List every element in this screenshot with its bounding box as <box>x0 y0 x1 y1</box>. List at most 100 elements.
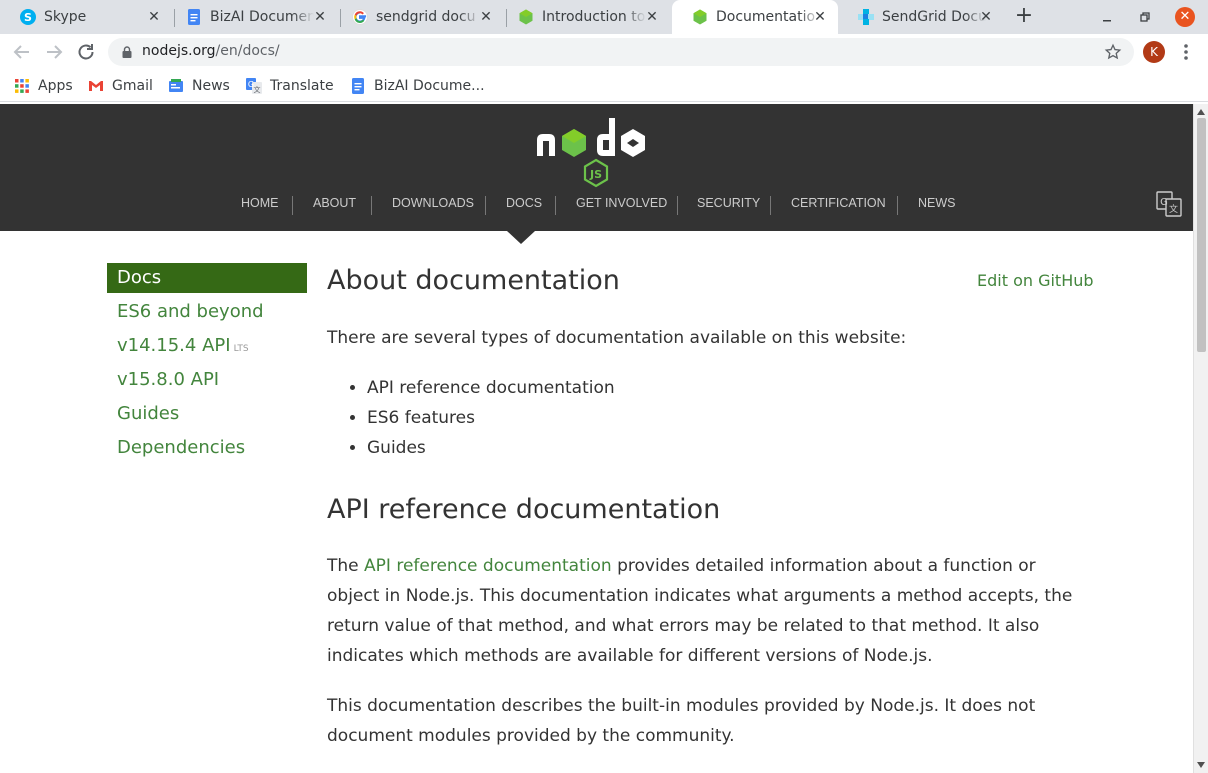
scrollbar-thumb[interactable] <box>1197 118 1206 352</box>
tab-title: Documentatio <box>716 9 816 25</box>
translate-icon: G文 <box>246 78 262 94</box>
gmail-icon <box>89 81 103 91</box>
api-reference-paragraph: The API reference documentation provides… <box>327 551 1087 671</box>
bookmark-label: Apps <box>38 78 73 94</box>
site-header: JS HOME ABOUT DOWNLOADS DOCS GET INVOLVE… <box>0 104 1193 231</box>
sidebar-item-dependencies[interactable]: Dependencies <box>107 433 307 467</box>
url-host: nodejs.org <box>142 43 216 59</box>
bookmark-star-icon[interactable] <box>1104 43 1122 61</box>
tab-title: SendGrid Docu <box>882 9 986 25</box>
nav-separator <box>897 196 898 215</box>
paragraph-text: The <box>327 556 365 576</box>
profile-avatar[interactable]: K <box>1143 41 1165 63</box>
nav-get-involved[interactable]: GET INVOLVED <box>576 196 667 210</box>
nav-separator <box>770 196 771 215</box>
bookmark-apps[interactable]: Apps <box>14 76 73 96</box>
window-close-button[interactable]: ✕ <box>1175 7 1195 27</box>
main-content: About documentation Edit on GitHub There… <box>327 261 1094 751</box>
api-reference-link[interactable]: API reference documentation <box>364 556 612 576</box>
news-icon <box>169 79 183 92</box>
tab-title: BizAI Documen <box>210 9 314 25</box>
docs-icon <box>352 78 364 94</box>
tab-title: Introduction to <box>542 9 646 25</box>
tab-skype[interactable]: S Skype ✕ <box>0 0 172 34</box>
reload-icon[interactable] <box>74 40 98 64</box>
list-item: Guides <box>367 433 1087 463</box>
tab-sendgrid-search[interactable]: sendgrid docu ✕ <box>332 0 504 34</box>
close-icon[interactable]: ✕ <box>812 9 828 25</box>
sidebar-item-v15-api[interactable]: v15.8.0 API <box>107 365 307 399</box>
back-icon[interactable] <box>10 40 34 64</box>
edit-on-github-link[interactable]: Edit on GitHub <box>977 271 1094 290</box>
scroll-up-icon[interactable] <box>1196 107 1206 117</box>
sidebar-item-es6[interactable]: ES6 and beyond <box>107 297 307 331</box>
sendgrid-icon <box>858 9 874 25</box>
tab-sendgrid-docs[interactable]: SendGrid Docu ✕ <box>838 0 1004 34</box>
list-item: ES6 features <box>367 403 1087 433</box>
address-bar[interactable]: nodejs.org/en/docs/ <box>108 38 1134 66</box>
forward-icon[interactable] <box>42 40 66 64</box>
sidebar-item-label: v14.15.4 API <box>117 335 231 356</box>
nav-separator <box>292 196 293 215</box>
new-tab-button[interactable]: + <box>1012 5 1036 29</box>
nav-news[interactable]: NEWS <box>918 196 956 210</box>
tab-documentation[interactable]: Documentatio ✕ <box>672 0 838 34</box>
svg-text:G: G <box>1160 197 1168 208</box>
nav-certification[interactable]: CERTIFICATION <box>791 196 886 210</box>
nav-security[interactable]: SECURITY <box>697 196 760 210</box>
restore-icon[interactable] <box>1136 8 1154 26</box>
close-icon[interactable]: ✕ <box>312 9 328 25</box>
page-scrollbar[interactable] <box>1193 104 1208 773</box>
page-title: About documentation <box>327 265 620 296</box>
nodejs-icon <box>693 9 707 25</box>
browser-toolbar: nodejs.org/en/docs/ K <box>0 34 1208 70</box>
nodejs-logo[interactable]: JS <box>533 112 661 192</box>
active-nav-caret <box>507 231 535 244</box>
tab-strip: S Skype ✕ BizAI Documen ✕ sendgrid docu … <box>0 0 1208 34</box>
nav-separator <box>485 196 486 215</box>
close-icon[interactable]: ✕ <box>146 9 162 25</box>
main-navigation: HOME ABOUT DOWNLOADS DOCS GET INVOLVED S… <box>0 196 1193 216</box>
google-icon <box>352 9 368 25</box>
scroll-down-icon[interactable] <box>1196 760 1206 770</box>
tab-title: sendgrid docu <box>376 9 476 25</box>
bookmark-gmail[interactable]: Gmail <box>88 76 153 96</box>
bookmark-label: BizAI Docume... <box>374 78 485 94</box>
bookmark-bizai[interactable]: BizAI Docume... <box>350 76 485 96</box>
bookmark-label: News <box>192 78 230 94</box>
lts-badge: LTS <box>233 344 249 354</box>
google-translate-icon[interactable]: G 文 <box>1156 191 1182 217</box>
lock-icon <box>122 46 132 58</box>
sidebar-item-docs[interactable]: Docs <box>107 263 307 293</box>
list-item: API reference documentation <box>367 373 1087 403</box>
nav-home[interactable]: HOME <box>241 196 279 210</box>
sidebar-item-guides[interactable]: Guides <box>107 399 307 433</box>
tab-bizai[interactable]: BizAI Documen ✕ <box>166 0 338 34</box>
bookmark-label: Gmail <box>112 78 153 94</box>
bookmark-news[interactable]: News <box>168 76 230 96</box>
nav-about[interactable]: ABOUT <box>313 196 356 210</box>
bookmark-translate[interactable]: G文 Translate <box>246 76 334 96</box>
svg-text:S: S <box>24 11 32 24</box>
close-icon[interactable]: ✕ <box>978 9 994 25</box>
nav-separator <box>371 196 372 215</box>
url-text: nodejs.org/en/docs/ <box>142 43 280 59</box>
nav-separator <box>555 196 556 215</box>
bookmarks-bar: Apps Gmail News G文 Translate BizAI Docum… <box>0 70 1208 102</box>
tab-introduction[interactable]: Introduction to ✕ <box>498 0 670 34</box>
bookmark-label: Translate <box>270 78 334 94</box>
minimize-icon[interactable] <box>1098 8 1116 26</box>
nav-docs[interactable]: DOCS <box>506 196 542 210</box>
nav-downloads[interactable]: DOWNLOADS <box>392 196 474 210</box>
builtin-modules-paragraph: This documentation describes the built-i… <box>327 696 1036 746</box>
nodejs-icon <box>519 9 533 25</box>
more-menu-icon[interactable] <box>1178 40 1194 64</box>
skype-icon: S <box>20 9 36 25</box>
intro-paragraph: There are several types of documentation… <box>327 328 907 348</box>
sidebar-item-v14-api[interactable]: v14.15.4 API LTS <box>107 331 307 365</box>
close-icon[interactable]: ✕ <box>644 9 660 25</box>
svg-text:文: 文 <box>254 85 261 94</box>
close-icon[interactable]: ✕ <box>478 9 494 25</box>
doc-types-list: API reference documentation ES6 features… <box>367 373 1087 463</box>
svg-text:JS: JS <box>589 168 602 181</box>
